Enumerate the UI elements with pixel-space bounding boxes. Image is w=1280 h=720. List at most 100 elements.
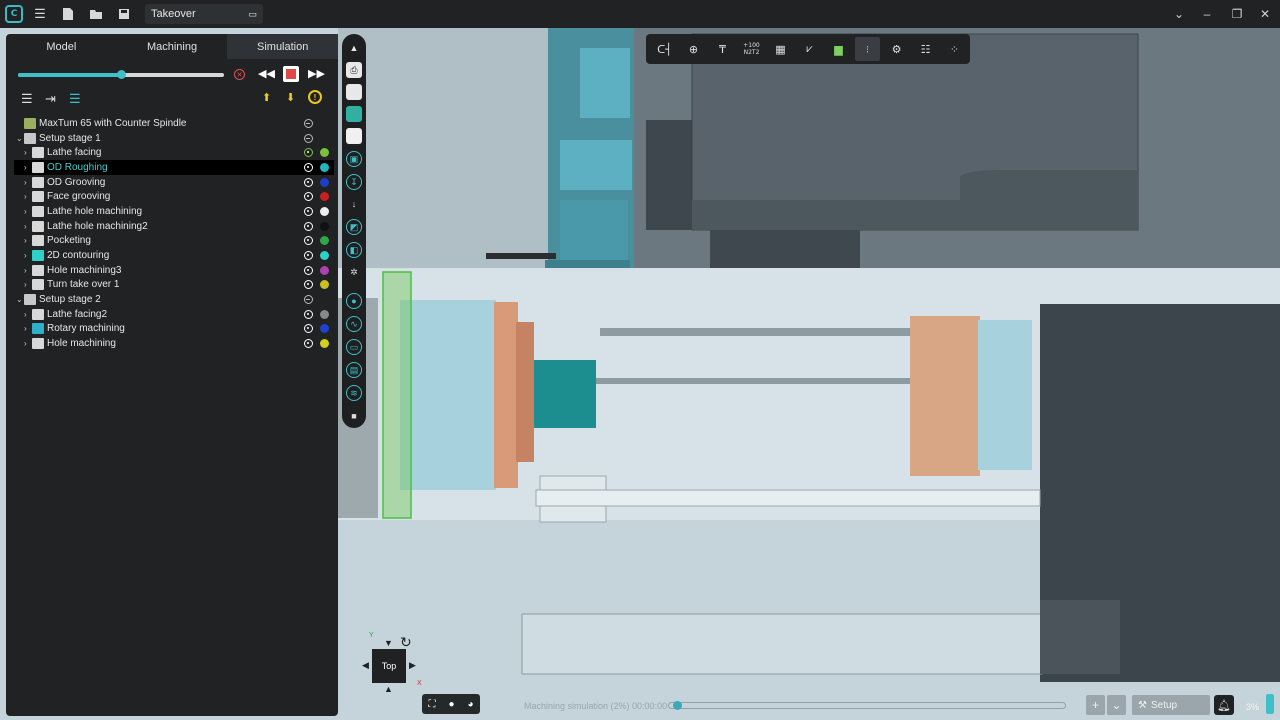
setup-select[interactable]: ⚒ Setup: [1132, 695, 1210, 715]
tree-row[interactable]: MaxTum 65 with Counter Spindle: [14, 116, 334, 131]
cube-face-top[interactable]: Top: [372, 649, 406, 683]
visibility-eye-icon[interactable]: [304, 192, 313, 202]
visibility-eye-icon[interactable]: [304, 148, 313, 158]
surface-icon[interactable]: ▭: [346, 339, 362, 355]
more-icon[interactable]: ⁘: [942, 37, 967, 61]
solid-icon[interactable]: ▤: [346, 362, 362, 378]
move-up-icon[interactable]: ⬆: [262, 91, 271, 104]
toolpath-color-icon[interactable]: [320, 177, 329, 187]
visibility-eye-icon[interactable]: [304, 339, 313, 349]
tree-row[interactable]: ⌄ Setup stage 2: [14, 292, 334, 307]
new-file-icon[interactable]: [57, 3, 79, 25]
tree-row[interactable]: › Face grooving: [14, 189, 334, 204]
toolpath-color-icon[interactable]: [320, 324, 329, 334]
toolpath-color-icon[interactable]: [320, 339, 329, 349]
fast-forward-icon[interactable]: ▶▶: [308, 67, 325, 80]
visibility-eye-icon[interactable]: [304, 118, 313, 128]
tree-row[interactable]: ⌄ Setup stage 1: [14, 131, 334, 146]
visibility-eye-icon[interactable]: [304, 265, 313, 275]
chevron-right-icon[interactable]: ›: [24, 280, 32, 289]
tool-icon[interactable]: ↧: [346, 174, 362, 190]
tree-row[interactable]: › Lathe hole machining2: [14, 219, 334, 234]
tree-row[interactable]: › Turn take over 1: [14, 278, 334, 293]
drill-icon[interactable]: ↓: [346, 196, 362, 212]
view-cube[interactable]: Y X ↻ ▼ ◀ ▶ ▲ Top: [362, 632, 424, 694]
clamp-icon[interactable]: ◧: [346, 242, 362, 258]
stop-icon[interactable]: [283, 66, 299, 82]
stock-icon[interactable]: ▆: [826, 37, 851, 61]
n2t2-icon[interactable]: +100 N2T2: [739, 37, 764, 61]
visibility-eye-icon[interactable]: [304, 251, 313, 261]
speed-slider[interactable]: [18, 70, 224, 79]
chevron-right-icon[interactable]: ›: [24, 222, 32, 231]
curve-icon[interactable]: ∿: [346, 316, 362, 332]
tab-model[interactable]: Model: [6, 34, 117, 59]
point-icon[interactable]: ●: [346, 293, 362, 309]
visibility-eye-icon[interactable]: [304, 236, 313, 246]
chevron-right-icon[interactable]: ›: [24, 163, 32, 172]
tree-row[interactable]: › Hole machining: [14, 336, 334, 351]
open-folder-icon[interactable]: [85, 3, 107, 25]
tree-row[interactable]: › Lathe hole machining: [14, 204, 334, 219]
restore-icon[interactable]: ❐: [1226, 4, 1248, 24]
expand-all-icon[interactable]: ☰: [21, 91, 33, 107]
chevron-right-icon[interactable]: ›: [24, 339, 32, 348]
gear-icon[interactable]: ✲: [346, 264, 362, 280]
bell-icon[interactable]: 🔔︎: [1214, 695, 1234, 715]
tab-menu-icon[interactable]: ▭: [248, 9, 257, 20]
minimize-icon[interactable]: –: [1196, 4, 1218, 24]
printer-icon[interactable]: ⎙: [346, 62, 362, 78]
cancel-icon[interactable]: ✕: [234, 69, 245, 80]
snap-icon[interactable]: ᑕ┤: [652, 37, 677, 61]
zoom-region-icon[interactable]: ⊕: [681, 37, 706, 61]
toolpath-color-icon[interactable]: [320, 251, 329, 261]
visibility-eye-icon[interactable]: [304, 133, 313, 143]
arrow-up-icon[interactable]: ▼: [384, 638, 393, 648]
visibility-eye-icon[interactable]: [304, 295, 313, 305]
axis-icon[interactable]: ⩗: [797, 37, 822, 61]
arrow-left-icon[interactable]: ◀: [362, 660, 369, 671]
layers-icon[interactable]: ≋: [346, 385, 362, 401]
arrow-down-icon[interactable]: ▲: [384, 684, 393, 694]
zoom-in-button[interactable]: +: [1086, 695, 1105, 715]
warning-icon[interactable]: !: [308, 90, 322, 104]
simulation-progress[interactable]: [668, 701, 1066, 710]
tree-row[interactable]: › OD Roughing: [14, 160, 334, 175]
toolpath-color-icon[interactable]: [320, 221, 329, 231]
chevron-right-icon[interactable]: ›: [24, 251, 32, 260]
stock-view-icon[interactable]: [346, 84, 362, 100]
visibility-eye-icon[interactable]: [304, 177, 313, 187]
tab-simulation[interactable]: Simulation: [227, 34, 339, 59]
shaded-view-icon[interactable]: ●: [448, 699, 454, 710]
progress-knob[interactable]: [672, 701, 682, 710]
tree-row[interactable]: › Lathe facing: [14, 145, 334, 160]
rewind-icon[interactable]: ◀◀: [258, 67, 275, 80]
visibility-eye-icon[interactable]: [304, 280, 313, 290]
hamburger-icon[interactable]: ☰: [29, 3, 51, 25]
box-icon[interactable]: ■: [346, 408, 362, 424]
tree-row[interactable]: › OD Grooving: [14, 175, 334, 190]
side-panel-toggle[interactable]: [1266, 694, 1274, 714]
fit-view-icon[interactable]: ⛶: [428, 699, 435, 710]
visibility-eye-icon[interactable]: [304, 162, 313, 172]
tool-holder-icon[interactable]: ▣: [346, 151, 362, 167]
settings-icon[interactable]: ⚙: [884, 37, 909, 61]
app-logo-icon[interactable]: C: [5, 5, 23, 23]
chevron-down-icon[interactable]: ⌄: [16, 295, 24, 304]
tab-machining[interactable]: Machining: [117, 34, 228, 59]
chevron-right-icon[interactable]: ›: [24, 266, 32, 275]
visibility-eye-icon[interactable]: [304, 221, 313, 231]
collapse-up-icon[interactable]: ▲: [346, 40, 362, 56]
box-view-icon[interactable]: [346, 128, 362, 144]
chevron-right-icon[interactable]: ›: [24, 310, 32, 319]
tree-row[interactable]: › Lathe facing2: [14, 307, 334, 322]
chevron-right-icon[interactable]: ›: [24, 148, 32, 157]
toolpath-color-icon[interactable]: [320, 162, 329, 172]
toolpath-color-icon[interactable]: [320, 148, 329, 158]
chevron-down-icon[interactable]: ⌄: [16, 134, 24, 143]
toolpath-color-icon[interactable]: [320, 265, 329, 275]
visibility-eye-icon[interactable]: [304, 206, 313, 216]
toolpath-color-icon[interactable]: [320, 206, 329, 216]
speed-slider-knob[interactable]: [117, 70, 126, 79]
tree-row[interactable]: › Hole machining3: [14, 263, 334, 278]
